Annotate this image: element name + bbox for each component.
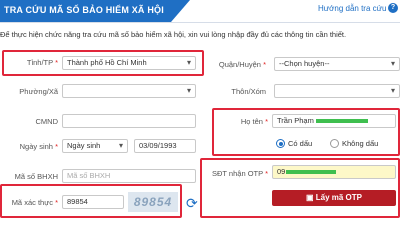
captcha-label: Mã xác thực * xyxy=(11,198,58,207)
hamlet-label: Thôn/Xóm xyxy=(231,87,266,96)
help-icon[interactable]: ? xyxy=(388,3,398,13)
hamlet-select[interactable] xyxy=(274,84,400,98)
insurance-code-input[interactable]: Mã số BHXH xyxy=(62,169,196,183)
page-title: TRA CỨU MÃ SỐ BẢO HIỂM XÃ HỘI xyxy=(4,5,164,15)
birth-type-select[interactable]: Ngày sinh xyxy=(62,139,128,153)
ward-label: Phường/Xã xyxy=(19,87,58,96)
captcha-input[interactable]: 89854 xyxy=(62,195,124,209)
otp-phone-label: SĐT nhận OTP * xyxy=(211,169,268,178)
full-name-label: Họ tên * xyxy=(240,117,268,126)
full-name-input[interactable]: Trần Phạm xyxy=(272,114,396,128)
district-select[interactable]: --Chọn huyện-- xyxy=(274,57,400,71)
id-number-label: CMND xyxy=(35,117,59,126)
id-number-input[interactable] xyxy=(62,114,196,128)
captcha-image: 89854 xyxy=(128,192,178,212)
province-select[interactable]: Thành phố Hồ Chí Minh xyxy=(62,56,196,70)
province-label: Tỉnh/TP * xyxy=(26,58,58,67)
help-link[interactable]: Hướng dẫn tra cứu xyxy=(318,4,386,13)
birth-label: Ngày sinh * xyxy=(19,142,58,151)
instruction-text: Để thực hiện chức năng tra cứu mã số bảo… xyxy=(0,30,347,39)
no-accent-label: Không dấu xyxy=(342,139,379,148)
refresh-captcha-icon[interactable]: ⟳ xyxy=(186,196,198,210)
ward-select[interactable] xyxy=(62,84,196,98)
accent-radio[interactable] xyxy=(276,139,285,148)
no-accent-radio[interactable] xyxy=(330,139,339,148)
get-otp-button[interactable]: ▣ Lấy mã OTP xyxy=(272,190,396,206)
birth-date-input[interactable]: 03/09/1993 xyxy=(134,139,196,153)
accent-label: Có dấu xyxy=(288,139,313,148)
otp-icon: ▣ xyxy=(305,193,314,202)
district-label: Quận/Huyện * xyxy=(218,60,266,69)
insurance-code-label: Mã số BHXH xyxy=(14,172,58,181)
otp-phone-input[interactable]: 09 xyxy=(272,165,396,179)
